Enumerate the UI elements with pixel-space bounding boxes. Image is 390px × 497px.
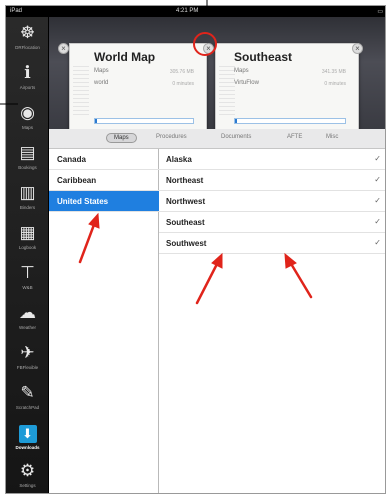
gear-icon: ⚙ (19, 461, 36, 480)
checkmark-icon: ✓ (374, 196, 381, 205)
clock: 4:21 PM (176, 8, 199, 14)
area-list: Alaska ✓ Northeast ✓ Northwest ✓ Southeast ✓… (159, 149, 385, 493)
area-name: Northeast (166, 176, 204, 185)
sidebar-item-flight[interactable]: ✈ FBFlexible (6, 339, 49, 379)
sidebar-item-label: Maps (21, 125, 33, 130)
sidebar-item-label: Logbook (18, 245, 37, 250)
download-card-time: 0 minutes (324, 81, 346, 87)
area-name: Alaska (166, 155, 192, 164)
sidebar-item-binders[interactable]: ▥ Binders (6, 179, 49, 219)
list-item[interactable]: Southwest ✓ (159, 233, 385, 254)
sidebar-item-settings[interactable]: ⚙ Settings (6, 457, 49, 493)
sidebar-item-label: Weather (19, 325, 36, 330)
close-icon[interactable]: × (203, 43, 214, 54)
sidebar-item-airports[interactable]: ℹ Airports (6, 59, 49, 99)
download-card-title: World Map (94, 50, 156, 64)
close-icon[interactable]: × (58, 43, 69, 54)
tab-misc[interactable]: Misc (326, 134, 338, 140)
list-item-selected[interactable]: United States (49, 191, 159, 212)
document-sign-icon: ✎ (20, 383, 35, 402)
map-icon: ◉ (20, 103, 35, 122)
tab-afte[interactable]: AFTE (287, 134, 302, 140)
ipad-screen: iPad 4:21 PM ▭ ☸ DRFlocation ℹ Airports … (5, 5, 386, 494)
logbook-icon: ▦ (19, 223, 36, 242)
list-item[interactable]: Northeast ✓ (159, 170, 385, 191)
list-item[interactable]: Alaska ✓ (159, 149, 385, 170)
download-card-region: world (94, 80, 109, 86)
list-item[interactable]: Northwest ✓ (159, 191, 385, 212)
download-card-southeast[interactable]: Southeast Maps 341.35 MB VirtuFlow 0 min… (215, 43, 359, 131)
battery-icon: ▭ (377, 9, 383, 15)
tab-procedures[interactable]: Procedures (156, 134, 187, 140)
sidebar-item-label: DRFlocation (15, 45, 40, 50)
list-item[interactable]: Southeast ✓ (159, 212, 385, 233)
device-label: iPad (10, 8, 23, 14)
sidebar-item-weather[interactable]: ☁ Weather (6, 299, 49, 339)
tab-documents[interactable]: Documents (221, 134, 251, 140)
sidebar-item-maps[interactable]: ◉ Maps (6, 99, 49, 139)
sidebar-item-logbook[interactable]: ▦ Logbook (6, 219, 49, 259)
download-card-time: 0 minutes (172, 81, 194, 87)
sidebar-item-label: FBFlexible (16, 365, 39, 370)
region-list: Canada Caribbean United States (49, 149, 159, 493)
download-card-size: 305.76 MB (169, 69, 194, 75)
sidebar-item-scratchpad[interactable]: ✎ ScratchPad (6, 379, 49, 419)
weather-icon: ☁ (19, 303, 36, 322)
sidebar-item-bookings[interactable]: ▤ Bookings (6, 139, 49, 179)
sidebar-item-location[interactable]: ☸ DRFlocation (6, 19, 49, 59)
list-item[interactable]: Canada (49, 149, 159, 170)
download-progress-bar (234, 118, 346, 124)
status-bar: iPad 4:21 PM ▭ (6, 6, 385, 17)
area-name: Southwest (166, 239, 207, 248)
sidebar: ☸ DRFlocation ℹ Airports ◉ Maps ▤ Bookin… (6, 17, 49, 493)
download-card-type: Maps (234, 68, 249, 74)
close-icon[interactable]: × (352, 43, 363, 54)
category-tabs: Maps Procedures Documents AFTE Misc (49, 129, 385, 149)
sidebar-item-wb[interactable]: ⊤ W&B (6, 259, 49, 299)
sidebar-item-downloads[interactable]: ⬇ Downloads (6, 419, 49, 459)
download-card-world-map[interactable]: World Map Maps 305.76 MB world 0 minutes (69, 43, 207, 131)
tab-maps[interactable]: Maps (106, 133, 137, 143)
sidebar-item-label: Downloads (15, 445, 40, 450)
download-card-region: VirtuFlow (234, 80, 259, 86)
checkmark-icon: ✓ (374, 217, 381, 226)
download-card-type: Maps (94, 68, 109, 74)
checkmark-icon: ✓ (374, 175, 381, 184)
sidebar-item-label: Airports (19, 85, 36, 90)
sidebar-item-label: Bookings (18, 165, 37, 170)
bookshelf-icon: ▤ (19, 143, 36, 162)
info-icon: ℹ (24, 63, 31, 82)
antenna-icon: ⊤ (20, 263, 35, 282)
download-progress-bar (94, 118, 194, 124)
list-item[interactable]: Caribbean (49, 170, 159, 191)
checkmark-icon: ✓ (374, 154, 381, 163)
sidebar-item-label: ScratchPad (15, 405, 40, 410)
download-card-title: Southeast (234, 50, 293, 64)
area-name: Southeast (166, 218, 205, 227)
download-queue: World Map Maps 305.76 MB world 0 minutes… (49, 17, 385, 131)
compass-icon: ☸ (19, 23, 36, 42)
plane-icon: ✈ (20, 343, 35, 362)
sidebar-item-label: Binders (19, 205, 36, 210)
download-icon: ⬇ (18, 425, 37, 443)
document-icon: ▥ (19, 183, 36, 202)
sidebar-item-label: Settings (19, 483, 36, 488)
sidebar-item-label: W&B (22, 285, 33, 290)
checkmark-icon: ✓ (374, 238, 381, 247)
download-card-size: 341.35 MB (321, 69, 346, 75)
area-name: Northwest (166, 197, 206, 206)
